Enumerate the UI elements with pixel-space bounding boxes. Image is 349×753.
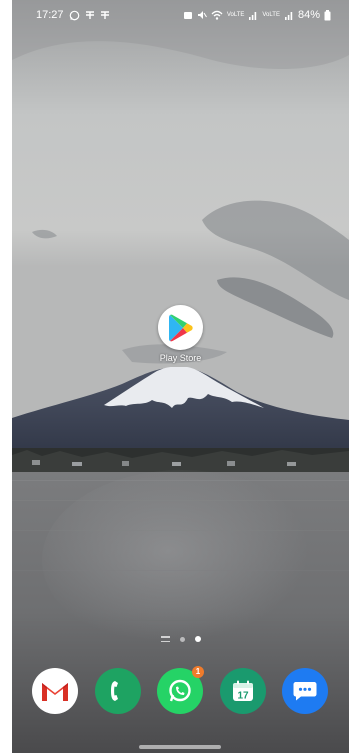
status-right: VoLTE VoLTE 84% xyxy=(183,9,331,21)
gmail-icon xyxy=(32,668,78,714)
mute-icon xyxy=(197,10,207,20)
home-screen: 17:27 VoLTE VoLTE 84% Play Store 1 17 xyxy=(12,0,349,753)
notification-icon xyxy=(85,10,95,20)
battery-level: 84% xyxy=(297,9,320,21)
network-label: VoLTE xyxy=(262,12,280,18)
status-left: 17:27 xyxy=(36,9,110,21)
home-page-lines-icon xyxy=(160,636,170,642)
app-label: Play Store xyxy=(159,353,202,363)
dock: 1 17 xyxy=(12,666,349,720)
whatsapp-status-icon xyxy=(69,10,80,21)
signal-icon xyxy=(284,10,294,20)
notification-icon xyxy=(100,10,110,20)
alarm-icon xyxy=(183,10,193,20)
page-indicator[interactable] xyxy=(12,636,349,642)
dock-whatsapp[interactable]: 1 xyxy=(157,666,204,714)
status-bar: 17:27 VoLTE VoLTE 84% xyxy=(12,0,349,32)
dock-calendar[interactable]: 17 xyxy=(220,668,266,714)
page-dot xyxy=(179,636,185,642)
dock-phone[interactable] xyxy=(95,668,141,714)
clock: 17:27 xyxy=(36,9,64,21)
calendar-icon: 17 xyxy=(220,668,266,714)
dock-messages[interactable] xyxy=(282,668,328,714)
page-dot-active xyxy=(194,636,201,642)
notification-badge: 1 xyxy=(192,666,204,678)
wifi-icon xyxy=(211,10,223,20)
play-store-shortcut[interactable]: Play Store xyxy=(158,305,203,363)
calendar-date: 17 xyxy=(237,691,249,702)
dock-gmail[interactable] xyxy=(32,668,78,714)
phone-icon xyxy=(95,668,141,714)
battery-icon xyxy=(324,9,331,21)
home-gesture-handle[interactable] xyxy=(139,745,221,749)
signal-icon xyxy=(248,10,258,20)
messages-icon xyxy=(282,668,328,714)
network-label: VoLTE xyxy=(226,12,245,18)
play-store-icon xyxy=(158,305,203,350)
